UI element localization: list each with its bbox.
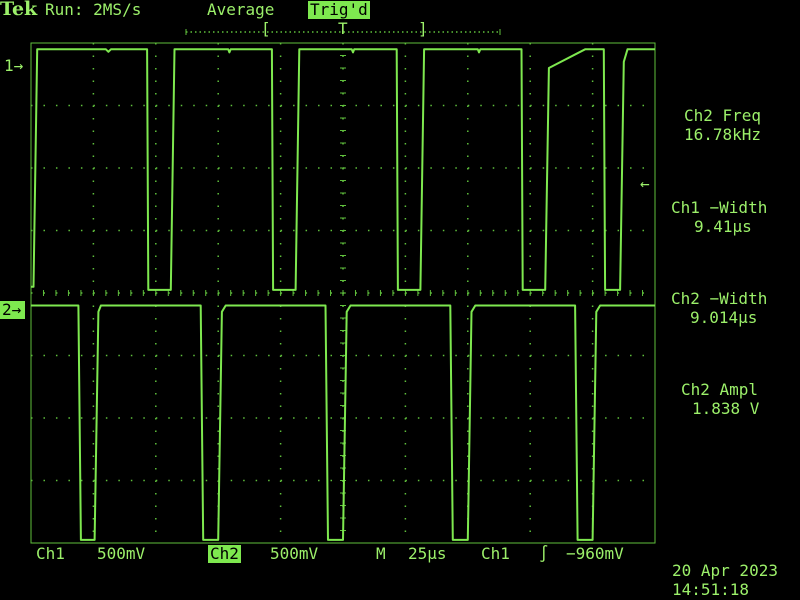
trigger-window-left: [ [261, 19, 271, 38]
trigger-level: −960mV [566, 544, 624, 563]
trigger-window-right: ] [418, 19, 428, 38]
trigger-level-marker: ← [640, 174, 650, 193]
trigger-source: Ch1 [481, 544, 510, 563]
ch2-scale: 500mV [270, 544, 319, 563]
ch2-label: Ch2 [208, 544, 241, 563]
acquisition-mode: Average [207, 0, 275, 19]
measurement-value: 9.41µs [694, 217, 752, 236]
trace-ch1 [31, 48, 655, 291]
graticule [30, 42, 656, 544]
ch2-ground-marker: 2→ [0, 301, 26, 319]
timebase-value: 25µs [408, 544, 447, 563]
measurement-label: Ch1 −Width [671, 198, 768, 217]
time: 14:51:18 [672, 580, 750, 599]
run-status: Run: 2MS/s [45, 0, 142, 19]
timebase-label: M [376, 544, 386, 563]
measurement-value: 16.78kHz [684, 125, 762, 144]
trace-ch2 [31, 304, 655, 541]
measurement-label: Ch2 Ampl [681, 380, 759, 399]
measurement-label: Ch2 −Width [671, 289, 768, 308]
date: 20 Apr 2023 [672, 561, 778, 580]
ch1-scale: 500mV [97, 544, 146, 563]
trigger-slope-icon: ∫ [539, 544, 549, 563]
ch1-ground-marker: 1→ [4, 56, 24, 75]
ch1-label: Ch1 [36, 544, 65, 563]
brand-logo: Tek [0, 0, 38, 20]
trigger-position-marker: T [338, 19, 348, 38]
measurement-value: 9.014µs [690, 308, 758, 327]
trigger-status-badge: Trig'd [308, 0, 370, 19]
measurement-value: 1.838 V [692, 399, 760, 418]
measurement-label: Ch2 Freq [684, 106, 762, 125]
